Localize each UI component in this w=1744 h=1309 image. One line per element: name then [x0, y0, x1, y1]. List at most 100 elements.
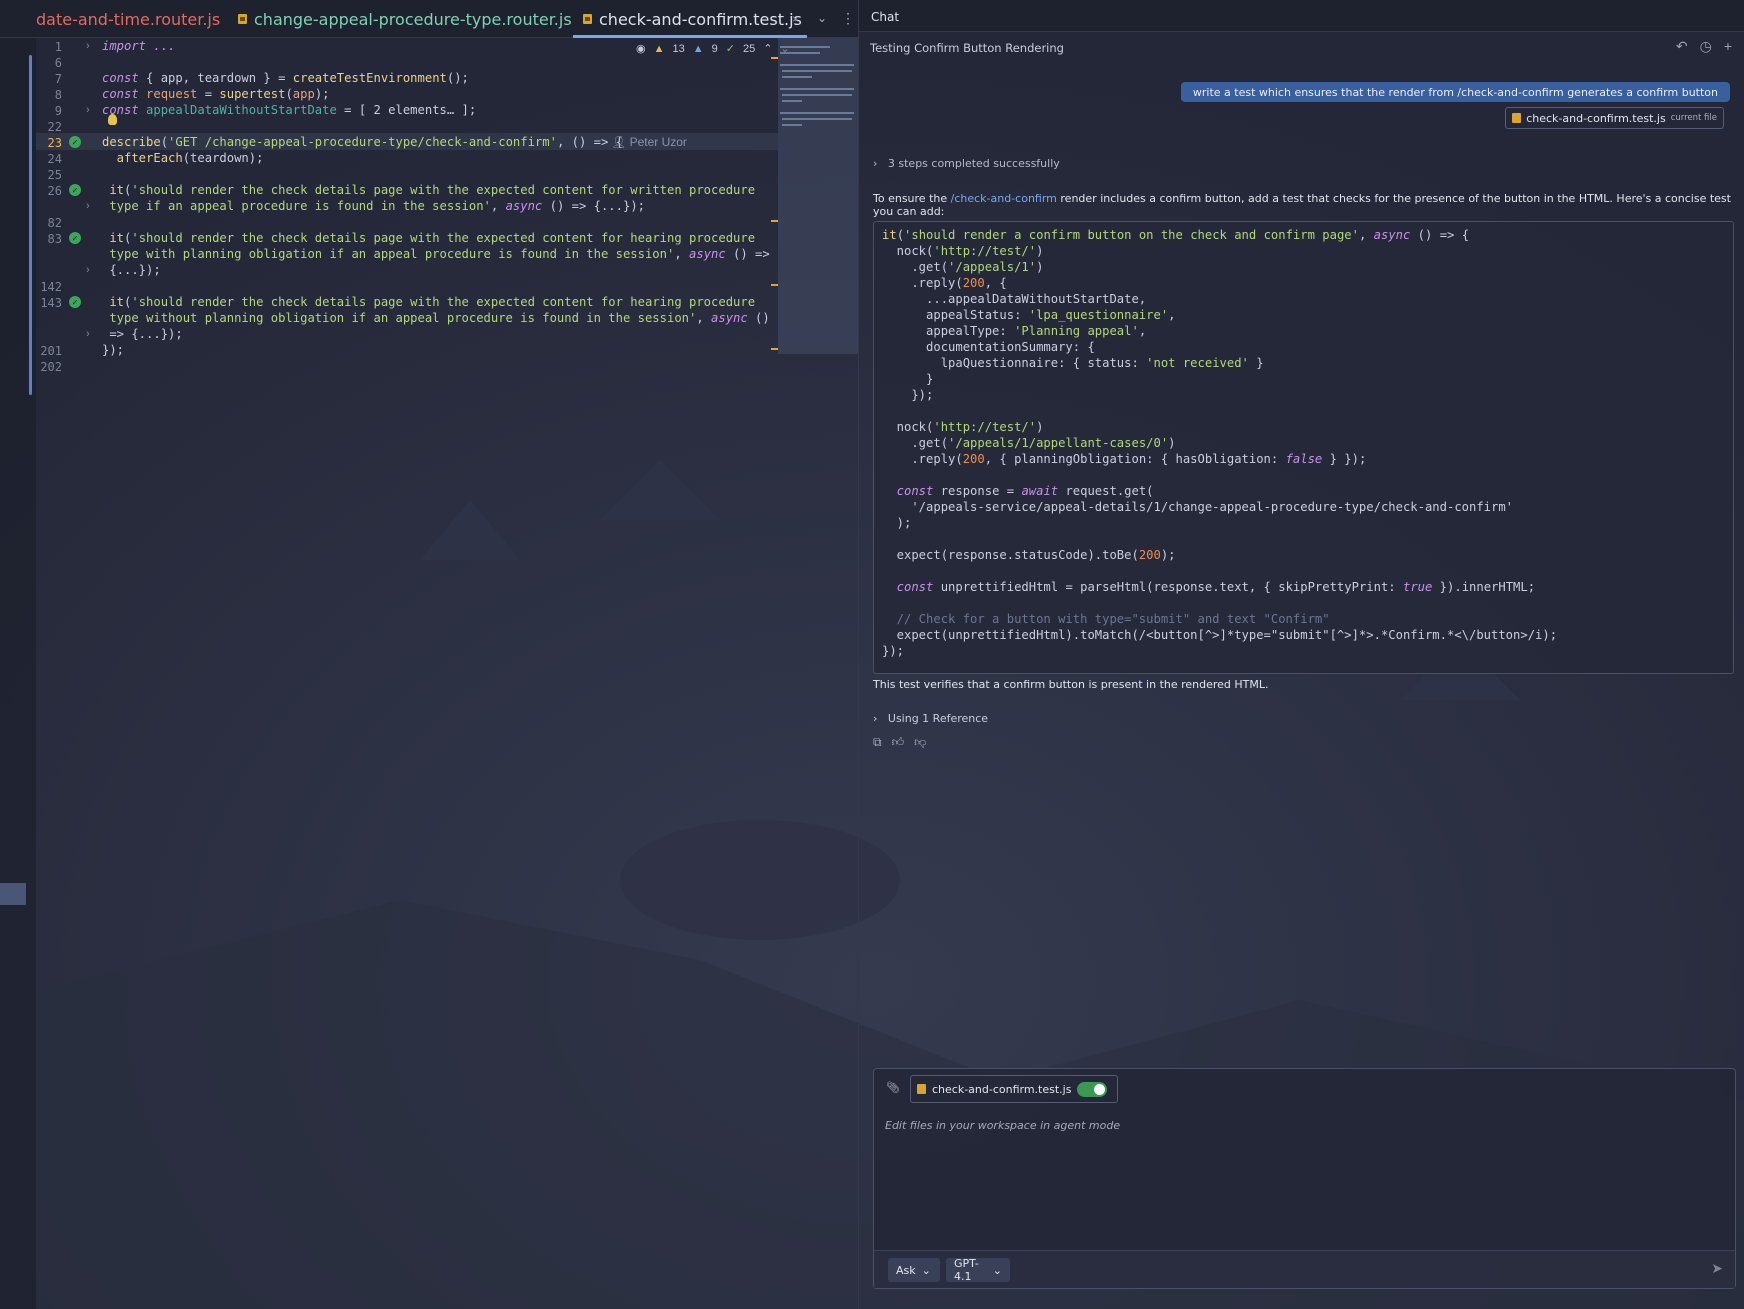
code-line: .reply(200, { planningObligation: { hasO… — [882, 452, 1366, 466]
code-token: 'should render a confirm button on the c… — [904, 228, 1359, 242]
line-number: 25 — [47, 168, 62, 182]
code-line: .get('/appeals/1/appellant-cases/0') — [882, 436, 1175, 450]
code-line: }); — [882, 644, 905, 658]
thumbs-down-icon[interactable]: 👎︎ — [914, 735, 926, 750]
code-token: ) — [1036, 244, 1044, 258]
tab-label: date-and-time.router.js — [36, 9, 221, 29]
chevron-down-icon[interactable]: ⌄ — [817, 11, 827, 25]
code-line: documentationSummary: { — [882, 340, 1095, 354]
close-icon[interactable]: × — [792, 12, 799, 26]
paperclip-icon[interactable]: 📎︎ — [886, 1081, 900, 1094]
tab-date-and-time-router[interactable]: date-and-time.router.js — [36, 0, 220, 38]
code-line: describe('GET /change-appeal-procedure-t… — [102, 135, 623, 149]
inspection-widget[interactable]: ◉ ▲13 ▲9 ✓25 ⌃ ⌄ — [636, 42, 790, 56]
code-token: , — [1138, 324, 1147, 338]
tab-label: check-and-confirm.test.js — [599, 9, 802, 29]
chat-panel: Chat Testing Confirm Button Rendering ↶ … — [858, 0, 1744, 1309]
test-passed-icon[interactable]: ✓ — [69, 296, 81, 308]
fold-icon[interactable]: › — [86, 40, 90, 52]
test-passed-icon[interactable]: ✓ — [69, 184, 81, 196]
fold-icon[interactable]: › — [86, 328, 90, 340]
code-token: (teardown); — [182, 151, 264, 165]
line-number: 7 — [54, 72, 62, 86]
code-token: () — [747, 311, 770, 325]
thumbs-up-icon[interactable]: 👍︎ — [892, 735, 905, 750]
chat-input[interactable]: 📎︎ check-and-confirm.test.js Edit files … — [873, 1068, 1736, 1289]
line-number: 142 — [40, 280, 62, 294]
code-token: () => {...}); — [542, 199, 645, 213]
code-token: 'should render the check details page wi… — [131, 183, 756, 197]
references-toggle[interactable]: › Using 1 Reference — [873, 712, 988, 725]
code-token: 'http://test/' — [933, 420, 1037, 434]
chevron-up-icon[interactable]: ⌃ — [763, 42, 772, 55]
test-passed-icon[interactable]: ✓ — [69, 136, 81, 148]
minimap[interactable] — [778, 38, 858, 354]
scroll-marker[interactable] — [771, 57, 778, 59]
scroll-marker[interactable] — [771, 348, 778, 350]
eye-off-icon[interactable]: ◉ — [636, 42, 646, 55]
history-icon[interactable]: ◷ — [1700, 38, 1712, 55]
input-placeholder[interactable]: Edit files in your workspace in agent mo… — [885, 1119, 1120, 1132]
minimap-line — [782, 94, 852, 96]
fold-icon[interactable]: › — [86, 200, 90, 212]
active-tab-indicator — [573, 35, 807, 38]
mode-dropdown[interactable]: Ask ⌄ — [888, 1258, 940, 1282]
code-line: import ... — [102, 39, 175, 53]
warning-count: 13 — [672, 42, 685, 55]
minimap-line — [780, 52, 820, 54]
model-label: GPT-4.1 — [954, 1257, 979, 1283]
plus-icon[interactable]: + — [1724, 38, 1732, 55]
code-line: const appealDataWithoutStartDate = [ 2 e… — [102, 103, 476, 117]
code-token: '/appeals/1/appellant-cases/0' — [948, 436, 1169, 450]
code-token: .reply( — [882, 276, 963, 290]
blame-author[interactable]: 👤︎ Peter Uzor — [611, 135, 687, 149]
scroll-marker[interactable] — [771, 220, 778, 222]
tab-check-and-confirm-test[interactable]: check-and-confirm.test.js — [583, 0, 802, 38]
chevron-right-icon: › — [873, 712, 888, 725]
tab-label: change-appeal-procedure-type.router.js — [254, 9, 572, 29]
code-token: = — [197, 87, 220, 101]
context-file-chip[interactable]: check-and-confirm.test.js current file — [1505, 107, 1724, 129]
chevron-down-icon: ⌄ — [992, 1263, 1002, 1277]
line-number: 9 — [54, 104, 62, 118]
js-file-icon — [1512, 113, 1522, 123]
code-line: it('should render the check details page… — [102, 231, 755, 245]
copy-icon[interactable]: ⧉ — [873, 735, 882, 750]
steps-summary[interactable]: › 3 steps completed successfully — [873, 157, 1060, 170]
code-token: request — [138, 87, 198, 101]
chat-tab[interactable]: Chat — [871, 10, 899, 24]
code-token: it — [102, 231, 125, 245]
current-file-tag: current file — [1670, 113, 1717, 123]
code-token: import ... — [102, 39, 176, 53]
code-token: const — [882, 484, 934, 498]
line-number: 26 — [47, 184, 62, 198]
scroll-marker[interactable] — [771, 284, 778, 286]
code-token: 200 — [1138, 548, 1161, 562]
code-token: nock( — [882, 244, 934, 258]
code-line: type without planning obligation if an a… — [102, 311, 770, 325]
fold-icon[interactable]: › — [86, 104, 90, 116]
code-line: it('should render a confirm button on th… — [882, 228, 1469, 242]
code-token: ); — [314, 87, 330, 101]
weak-warning-icon: ▲ — [692, 42, 704, 55]
code-token: = [ 2 elements… ]; — [336, 103, 477, 117]
send-icon[interactable]: ➤ — [1711, 1260, 1723, 1277]
model-dropdown[interactable]: GPT-4.1 ⌄ — [946, 1257, 1010, 1283]
code-token: } }); — [1322, 452, 1367, 466]
more-options-icon[interactable]: ⋮ — [841, 10, 855, 27]
fold-icon[interactable]: › — [86, 264, 90, 276]
line-number: 24 — [47, 152, 62, 166]
code-token: const — [102, 71, 139, 85]
code-token: async — [505, 199, 543, 213]
minimap-line — [780, 64, 854, 66]
code-token: '/appeals/1' — [948, 260, 1037, 274]
include-file-toggle[interactable] — [1077, 1082, 1107, 1097]
line-number: 201 — [40, 344, 62, 358]
undo-icon[interactable]: ↶ — [1676, 38, 1688, 55]
attached-file-chip[interactable]: check-and-confirm.test.js — [910, 1075, 1118, 1103]
code-line: .reply(200, { — [882, 276, 1006, 290]
side-panel-button[interactable] — [0, 883, 26, 905]
test-passed-icon[interactable]: ✓ — [69, 232, 81, 244]
tab-change-appeal-procedure-type-router[interactable]: change-appeal-procedure-type.router.js — [238, 0, 572, 38]
code-token: lpaQuestionnaire: { status: — [882, 356, 1147, 370]
